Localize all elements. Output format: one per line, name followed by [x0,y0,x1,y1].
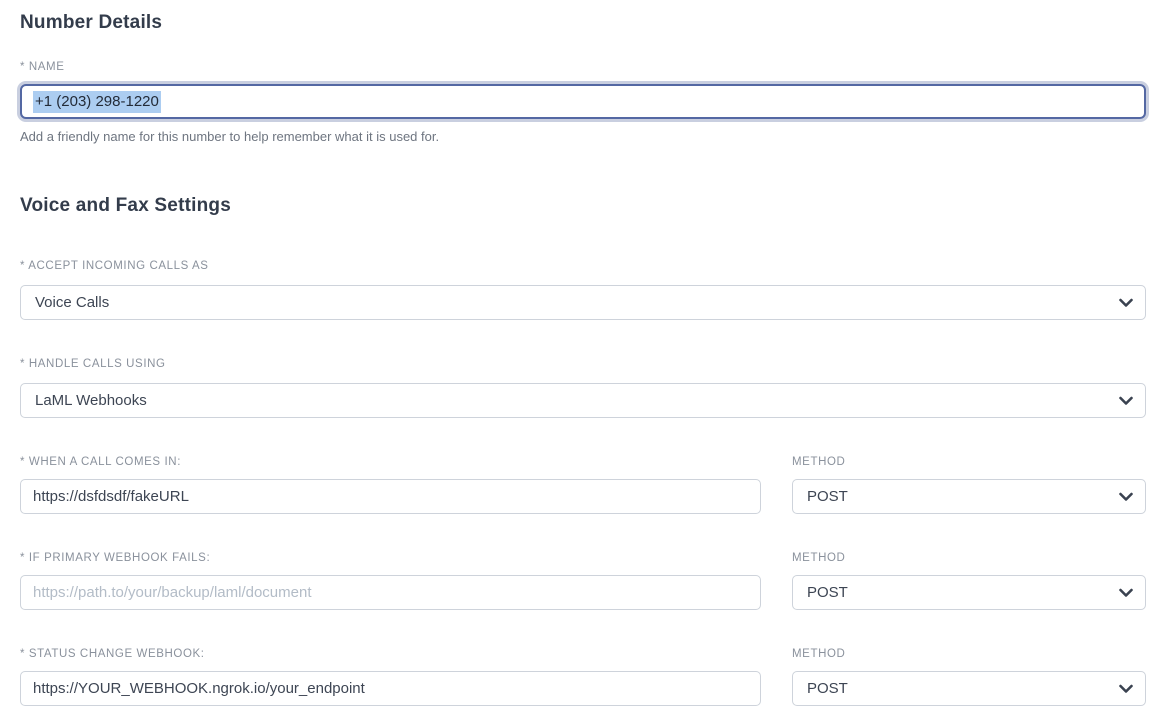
call-in-method-label: METHOD [792,455,1146,469]
name-input-selected-text: +1 (203) 298-1220 [33,91,161,113]
status-url-field-group: * STATUS CHANGE WEBHOOK: [20,647,761,706]
section-title-number-details: Number Details [20,12,1146,34]
handle-calls-select-wrap: LaML Webhooks [20,383,1146,418]
name-input[interactable]: +1 (203) 298-1220 [20,84,1146,119]
accept-calls-select-wrap: Voice Calls [20,285,1146,320]
fallback-label: * IF PRIMARY WEBHOOK FAILS: [20,551,761,565]
call-in-url-field-group: * WHEN A CALL COMES IN: [20,455,761,514]
call-in-method-select-wrap: POST [792,479,1146,514]
accept-calls-field-group: * ACCEPT INCOMING CALLS AS Voice Calls [20,259,1146,320]
accept-calls-label: * ACCEPT INCOMING CALLS AS [20,259,1146,273]
name-helper-text: Add a friendly name for this number to h… [20,128,1146,145]
name-label: * NAME [20,60,1146,74]
status-webhook-label: * STATUS CHANGE WEBHOOK: [20,647,761,661]
status-method-label: METHOD [792,647,1146,661]
fallback-method-label: METHOD [792,551,1146,565]
fallback-method-select[interactable]: POST [792,575,1146,610]
call-in-method-select[interactable]: POST [792,479,1146,514]
fallback-url-field-group: * IF PRIMARY WEBHOOK FAILS: [20,551,761,610]
fallback-method-select-wrap: POST [792,575,1146,610]
status-method-select-wrap: POST [792,671,1146,706]
accept-calls-select[interactable]: Voice Calls [20,285,1146,320]
section-title-voice-fax: Voice and Fax Settings [20,195,1146,217]
fallback-url-input[interactable] [20,575,761,610]
status-webhook-row: * STATUS CHANGE WEBHOOK: METHOD POST [20,647,1146,706]
handle-calls-field-group: * HANDLE CALLS USING LaML Webhooks [20,357,1146,418]
handle-calls-select[interactable]: LaML Webhooks [20,383,1146,418]
number-settings-page: Number Details * NAME +1 (203) 298-1220 … [0,0,1169,722]
status-method-field-group: METHOD POST [792,647,1146,706]
name-field-group: * NAME +1 (203) 298-1220 Add a friendly … [20,60,1146,145]
call-in-row: * WHEN A CALL COMES IN: METHOD POST [20,455,1146,514]
status-webhook-url-input[interactable] [20,671,761,706]
status-method-select[interactable]: POST [792,671,1146,706]
call-in-method-field-group: METHOD POST [792,455,1146,514]
fallback-row: * IF PRIMARY WEBHOOK FAILS: METHOD POST [20,551,1146,610]
fallback-method-field-group: METHOD POST [792,551,1146,610]
call-in-url-input[interactable] [20,479,761,514]
handle-calls-label: * HANDLE CALLS USING [20,357,1146,371]
call-in-label: * WHEN A CALL COMES IN: [20,455,761,469]
